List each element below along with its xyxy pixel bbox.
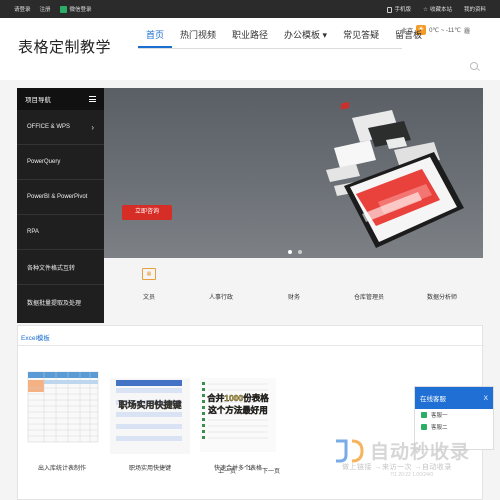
weather-condition: 霾 bbox=[463, 28, 470, 35]
project-sidebar: 项目导航 OFFICE & WPS › PowerQuery PowerBI & … bbox=[17, 88, 104, 323]
watermark-subtitle: 做上链接 →来访一次 →自动收录 bbox=[342, 464, 452, 471]
banner-illustration bbox=[326, 101, 464, 248]
my-profile-link[interactable]: 我的资料 bbox=[464, 5, 486, 13]
carousel-dot-1[interactable] bbox=[288, 250, 292, 254]
service-agent-2[interactable]: 客服二 bbox=[415, 421, 493, 433]
sidebar-header: 项目导航 bbox=[17, 88, 104, 110]
close-icon[interactable]: X bbox=[484, 395, 488, 402]
thumb-merge-overlay: 合并1000份表格 这个方法最好用 bbox=[198, 392, 278, 416]
wechat-icon bbox=[421, 412, 427, 418]
template-thumb-shortcuts[interactable]: 职场实用快捷键 bbox=[110, 358, 190, 454]
thumb-merge-overlay-line2: 这个方法最好用 bbox=[208, 405, 268, 415]
sidebar-item-batch-data[interactable]: 数据批量提取及处理 bbox=[17, 285, 104, 320]
pager-prev[interactable]: 上一页 bbox=[218, 466, 236, 475]
nav-divider bbox=[138, 48, 402, 49]
career-categories: ▦ 文员 人事行政 财务 仓库管理员 数据分析师 bbox=[104, 262, 483, 322]
category-warehouse[interactable]: 仓库管理员 bbox=[344, 292, 394, 301]
nav-home[interactable]: 首页 bbox=[138, 28, 173, 48]
top-bar: 请登录 注册 微信登录 手机版 ☆ 收藏本站 我的资料 bbox=[0, 0, 500, 18]
hero-banner[interactable]: 立即咨询 bbox=[104, 88, 483, 258]
category-hr-admin[interactable]: 人事行政 bbox=[196, 292, 246, 301]
template-thumb-merge[interactable]: 合并1000份表格 这个方法最好用 bbox=[198, 358, 278, 454]
sidebar-item-powerbi[interactable]: PowerBI & PowerPivot bbox=[17, 180, 104, 215]
category-data-analyst[interactable]: 数据分析师 bbox=[417, 292, 467, 301]
main-nav: 首页 热门视频 职业路径 办公模板 ▾ 常见答疑 留言板 bbox=[138, 28, 430, 48]
wechat-icon bbox=[59, 6, 67, 14]
menu-icon[interactable] bbox=[89, 96, 96, 102]
sidebar-item-file-convert[interactable]: 各种文件格式互转 bbox=[17, 250, 104, 285]
pager-next[interactable]: 下一页 bbox=[262, 466, 280, 475]
pager-current[interactable]: 1 bbox=[248, 466, 251, 472]
wechat-login[interactable]: 微信登录 bbox=[59, 5, 92, 14]
watermark-title: 自动秒收录 bbox=[370, 442, 471, 463]
thumb-merge-overlay-line1: 合并1000份表格 bbox=[207, 393, 269, 403]
sidebar-item-rpa[interactable]: RPA bbox=[17, 215, 104, 250]
sidebar-item-office-wps[interactable]: OFFICE & WPS › bbox=[17, 110, 104, 145]
carousel-dots bbox=[288, 250, 302, 254]
thumb-inventory-image bbox=[22, 358, 102, 454]
service-agent-1[interactable]: 客服一 bbox=[415, 409, 493, 421]
template-thumb-inventory[interactable] bbox=[22, 358, 102, 454]
service-title: 在线客服 bbox=[420, 396, 446, 403]
template-caption-shortcuts[interactable]: 职场实用快捷键 bbox=[100, 463, 200, 472]
login-link[interactable]: 请登录 bbox=[14, 5, 31, 13]
mobile-link[interactable]: 手机版 bbox=[386, 5, 411, 13]
watermark-logo bbox=[336, 439, 364, 463]
sidebar-title: 项目导航 bbox=[25, 97, 51, 104]
category-clerk[interactable]: 文员 bbox=[124, 292, 174, 301]
watermark-tail: 7/1 20:22 1.00/24/0 bbox=[390, 472, 434, 478]
weather-temp: 0℃ ~ -11℃ bbox=[429, 27, 461, 34]
module-title[interactable]: Excel模板 bbox=[21, 332, 50, 342]
wechat-icon bbox=[421, 424, 427, 430]
nav-faq[interactable]: 常见答疑 bbox=[335, 28, 387, 48]
carousel-dot-2[interactable] bbox=[298, 250, 302, 254]
consult-now-button[interactable]: 立即咨询 bbox=[122, 205, 172, 220]
nav-message-board[interactable]: 留言板 bbox=[387, 28, 430, 48]
star-icon: ☆ bbox=[423, 7, 428, 13]
search-icon[interactable] bbox=[470, 62, 478, 70]
category-finance[interactable]: 财务 bbox=[269, 292, 319, 301]
spreadsheet-icon: ▦ bbox=[142, 268, 156, 280]
module-divider bbox=[18, 345, 484, 346]
site-logo[interactable]: 表格定制教学 bbox=[18, 36, 111, 57]
nav-hot-videos[interactable]: 热门视频 bbox=[172, 28, 224, 48]
sidebar-item-powerquery[interactable]: PowerQuery bbox=[17, 145, 104, 180]
phone-icon bbox=[386, 6, 392, 13]
favorite-link[interactable]: ☆ 收藏本站 bbox=[423, 5, 452, 13]
register-link[interactable]: 注册 bbox=[40, 5, 51, 13]
service-header: 在线客服 X bbox=[415, 387, 493, 409]
thumb-shortcuts-overlay: 职场实用快捷键 bbox=[118, 400, 182, 410]
watermark: 自动秒收录 做上链接 →来访一次 →自动收录 7/1 20:22 1.00/24… bbox=[330, 433, 495, 483]
nav-office-templates[interactable]: 办公模板 ▾ bbox=[276, 28, 335, 48]
template-caption-inventory[interactable]: 出入库统计表制作 bbox=[12, 463, 112, 472]
nav-career-path[interactable]: 职业路径 bbox=[224, 28, 276, 48]
chevron-right-icon: › bbox=[91, 122, 94, 132]
